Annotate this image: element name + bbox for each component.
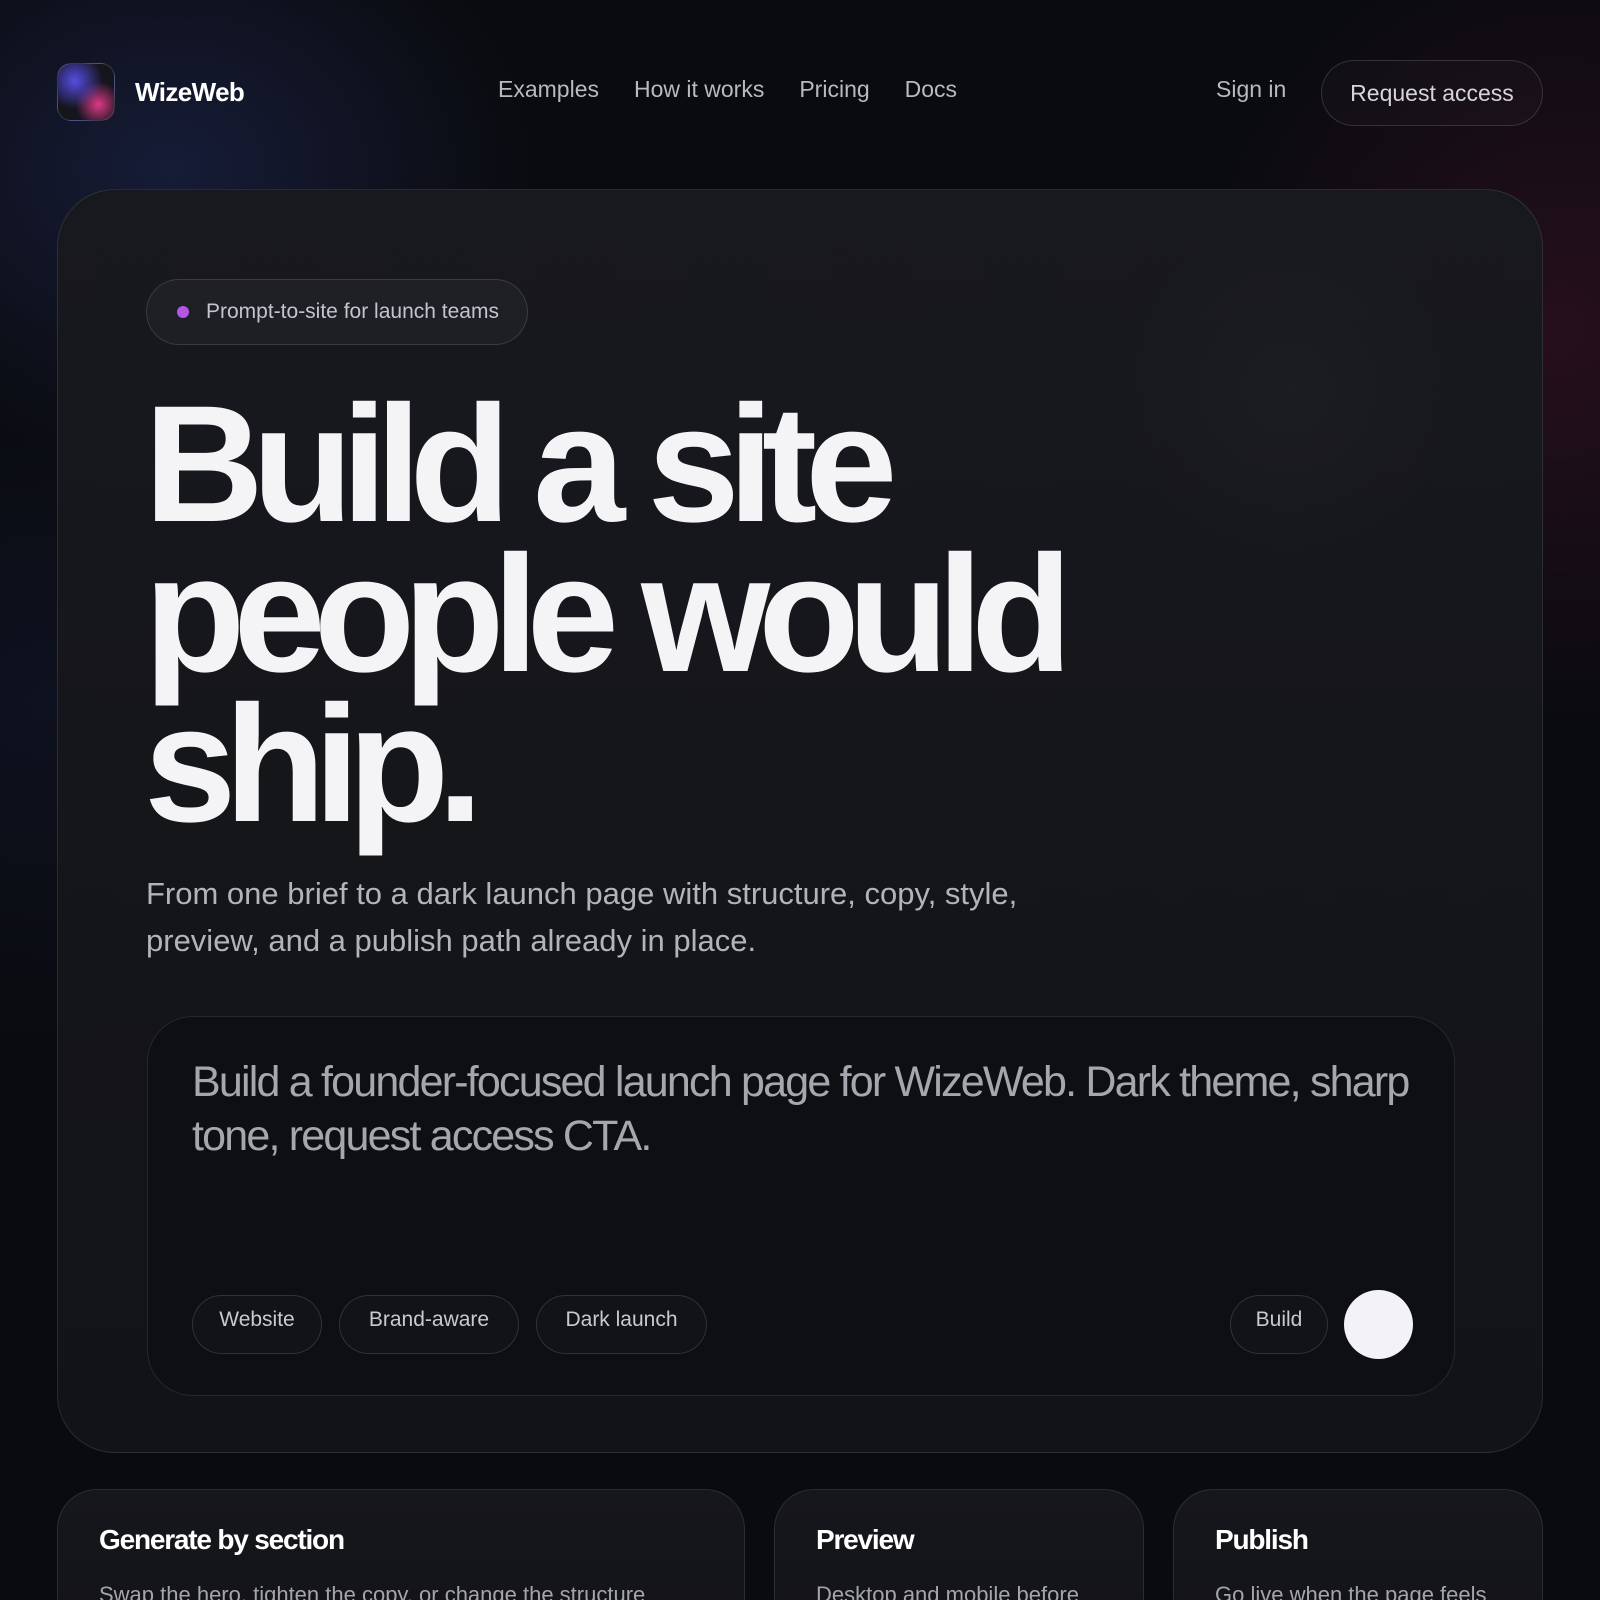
prompt-input[interactable]: Build a founder-focused launch page for … — [192, 1055, 1412, 1163]
prompt-box: Build a founder-focused launch page for … — [147, 1016, 1455, 1396]
chip-dark-launch[interactable]: Dark launch — [536, 1295, 707, 1354]
request-access-button[interactable]: Request access — [1321, 60, 1543, 126]
nav-link-examples[interactable]: Examples — [498, 76, 599, 103]
headline-line-3: ship. — [144, 672, 483, 857]
feature-title: Preview — [816, 1524, 915, 1555]
logo-icon — [57, 63, 115, 121]
nav-link-how-it-works[interactable]: How it works — [634, 76, 764, 103]
nav-links: Examples How it works Pricing Docs — [498, 76, 957, 103]
feature-card-publish: Publish Go live when the page feels — [1173, 1489, 1543, 1600]
hero-card: Prompt-to-site for launch teams Build a … — [57, 189, 1543, 1453]
chip-brand-aware[interactable]: Brand-aware — [339, 1295, 519, 1354]
headline-line-2: people would — [144, 522, 1073, 707]
send-button[interactable] — [1344, 1290, 1413, 1359]
hero-badge-text: Prompt-to-site for launch teams — [206, 300, 499, 323]
hero-headline: Build a site people would ship. — [144, 372, 1144, 857]
badge-dot-icon — [177, 306, 189, 318]
nav-link-docs[interactable]: Docs — [905, 76, 957, 103]
feature-desc: Swap the hero, tighten the copy, or chan… — [99, 1582, 646, 1600]
feature-card-preview: Preview Desktop and mobile before — [774, 1489, 1144, 1600]
top-nav: WizeWeb Examples How it works Pricing Do… — [0, 0, 1600, 186]
feature-card-generate: Generate by section Swap the hero, tight… — [57, 1489, 745, 1600]
feature-title: Publish — [1215, 1524, 1309, 1555]
hero-subhead: From one brief to a dark launch page wit… — [146, 876, 1018, 958]
sign-in-link[interactable]: Sign in — [1216, 76, 1286, 103]
feature-title: Generate by section — [99, 1524, 345, 1555]
chip-website[interactable]: Website — [192, 1295, 322, 1354]
build-chip[interactable]: Build — [1230, 1295, 1328, 1354]
feature-desc: Desktop and mobile before — [816, 1582, 1079, 1600]
brand-name: WizeWeb — [135, 76, 245, 107]
brand[interactable]: WizeWeb — [57, 63, 245, 121]
prompt-chips: Website Brand-aware Dark launch — [192, 1295, 707, 1354]
hero-badge: Prompt-to-site for launch teams — [146, 279, 528, 345]
headline-line-1: Build a site — [144, 372, 898, 557]
nav-link-pricing[interactable]: Pricing — [799, 76, 869, 103]
feature-desc: Go live when the page feels — [1215, 1582, 1487, 1600]
